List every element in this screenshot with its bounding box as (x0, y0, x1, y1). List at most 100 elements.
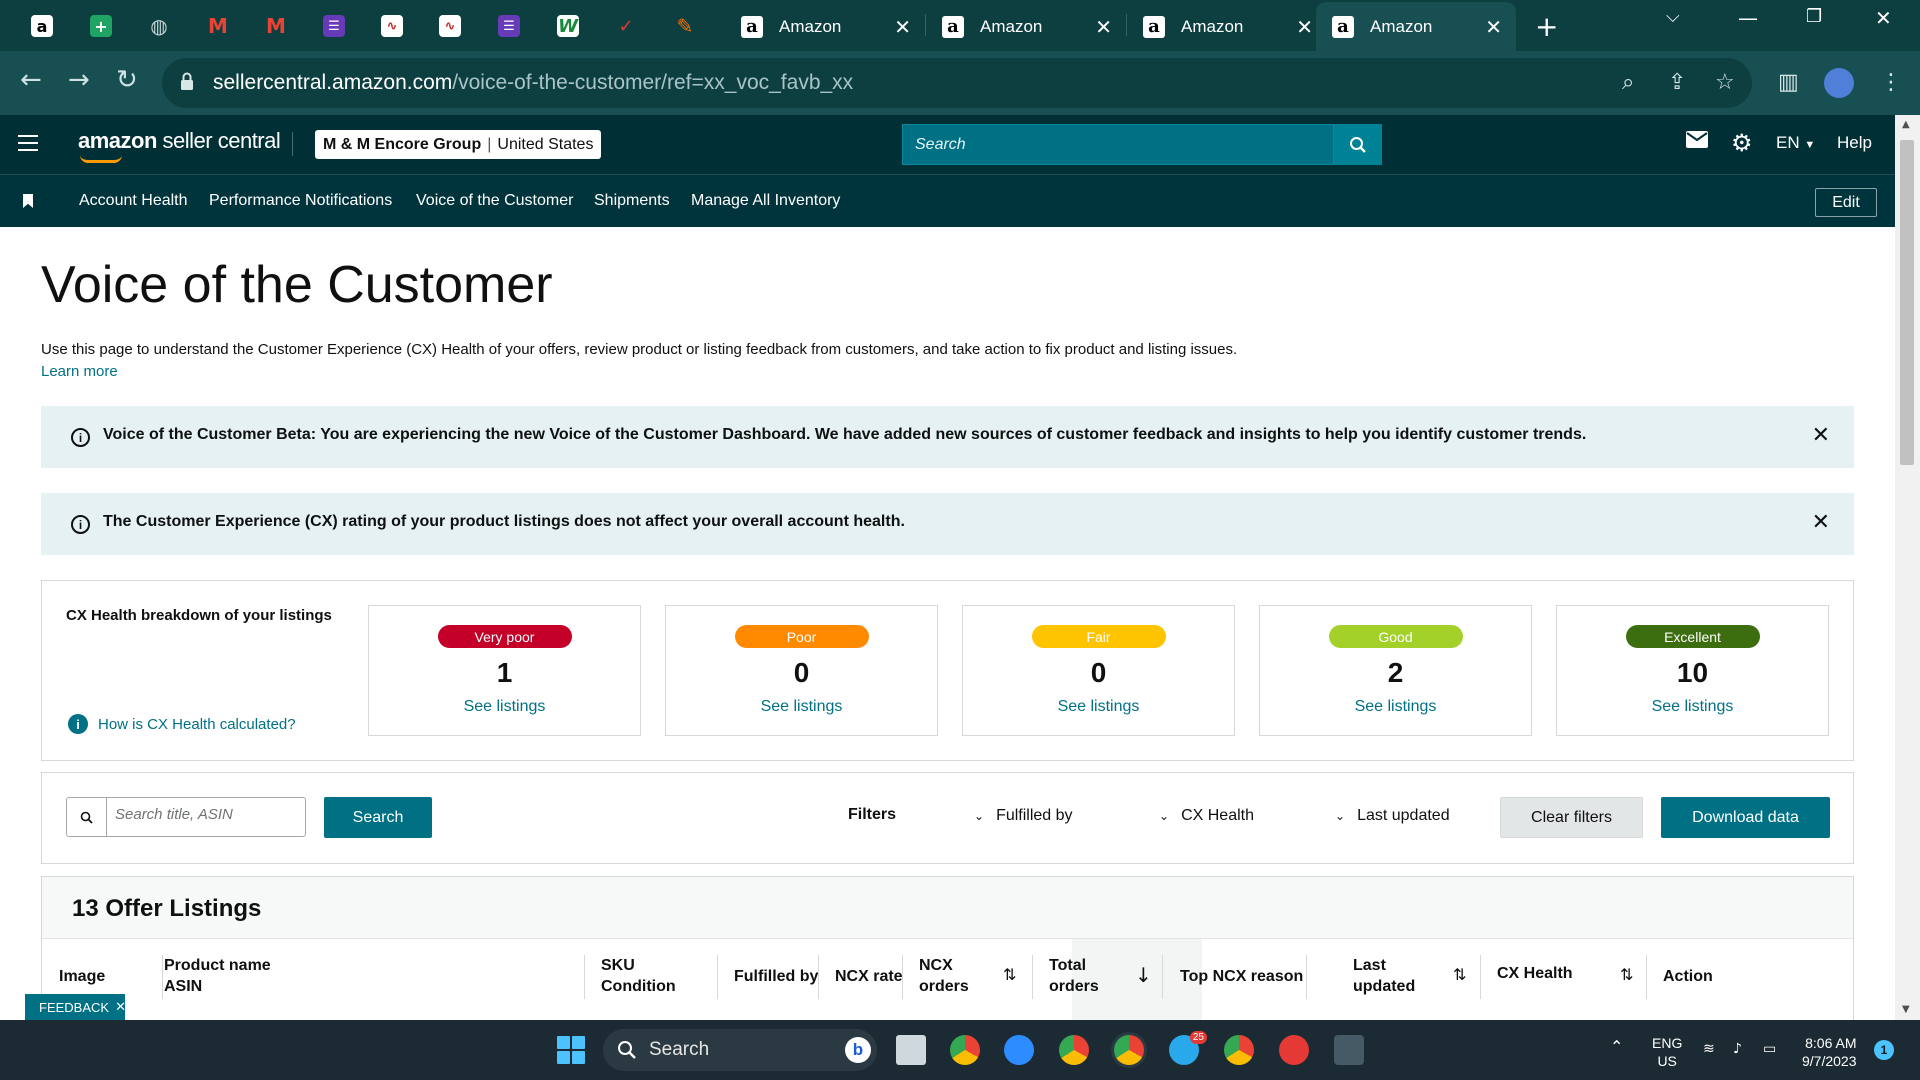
pinned-tab-sheets[interactable]: + (83, 8, 119, 44)
see-listings-link[interactable]: See listings (1557, 698, 1828, 716)
global-search-field[interactable] (902, 124, 1334, 165)
see-listings-link[interactable]: See listings (963, 698, 1234, 716)
nav-shipments[interactable]: Shipments (594, 192, 670, 210)
file-explorer-icon[interactable] (896, 1035, 926, 1065)
close-tab-icon[interactable]: ✕ (1095, 15, 1112, 39)
address-bar[interactable]: sellercentral.amazon.com/voice-of-the-cu… (162, 58, 1752, 108)
bookmark-star-icon[interactable]: ☆ (1715, 70, 1735, 95)
clock[interactable]: 8:06 AM 9/7/2023 (1802, 1034, 1857, 1070)
chrome-profile-2-icon[interactable] (1224, 1035, 1254, 1065)
mail-icon[interactable] (1686, 131, 1708, 153)
sort-icon[interactable]: ⇅ (1620, 965, 1633, 984)
nav-manage-all-inventory[interactable]: Manage All Inventory (691, 192, 840, 210)
column-top-ncx-reason[interactable]: Top NCX reason (1180, 966, 1303, 987)
minimize-icon[interactable]: — (1738, 6, 1758, 30)
column-fulfilled-by[interactable]: Fulfilled by (734, 966, 818, 987)
new-tab-button[interactable]: + (1535, 10, 1558, 43)
close-icon[interactable]: ✕ (115, 1000, 126, 1015)
column-ncx-rate[interactable]: NCX rate (835, 966, 903, 987)
pinned-tab-app[interactable]: ✓ (608, 8, 644, 44)
pinned-tab-globe[interactable]: ◍ (141, 8, 177, 44)
share-icon[interactable]: ⇪ (1668, 70, 1686, 95)
pinned-tab-wrike[interactable]: W (550, 8, 586, 44)
browser-tab-active[interactable]: a Amazon ✕ (1316, 2, 1516, 51)
close-icon[interactable]: ✕ (1812, 510, 1830, 535)
download-data-button[interactable]: Download data (1661, 797, 1830, 838)
language-selector[interactable]: EN ▼ (1776, 133, 1815, 153)
fulfilled-by-dropdown[interactable]: ⌄ Fulfilled by (974, 807, 1073, 825)
volume-icon[interactable]: ♪ (1733, 1040, 1742, 1058)
column-cx-health[interactable]: CX Health (1497, 963, 1573, 984)
last-updated-dropdown[interactable]: ⌄ Last updated (1335, 807, 1450, 825)
see-listings-link[interactable]: See listings (369, 698, 640, 716)
zoom-icon[interactable] (1004, 1035, 1034, 1065)
edit-bookmarks-button[interactable]: Edit (1815, 188, 1877, 217)
cx-health-dropdown[interactable]: ⌄ CX Health (1159, 807, 1254, 825)
pinned-tab-amazon[interactable]: a (24, 8, 60, 44)
pinned-tab-gmail-2[interactable]: M (258, 8, 294, 44)
nav-performance-notifications[interactable]: Performance Notifications (209, 192, 392, 210)
search-button[interactable]: Search (324, 797, 432, 838)
chrome-active-icon[interactable] (1114, 1035, 1144, 1065)
clear-filters-button[interactable]: Clear filters (1500, 797, 1643, 838)
global-search-button[interactable] (1334, 124, 1382, 165)
close-tab-icon[interactable]: ✕ (1296, 15, 1313, 39)
nav-voice-of-the-customer[interactable]: Voice of the Customer (416, 192, 573, 210)
scroll-down-icon[interactable]: ▼ (1902, 1004, 1910, 1015)
see-listings-link[interactable]: See listings (666, 698, 937, 716)
pinned-tab-forms-2[interactable]: ☰ (491, 8, 527, 44)
scroll-up-icon[interactable]: ▲ (1902, 119, 1910, 130)
bing-icon[interactable]: b (845, 1037, 871, 1063)
sort-descending-icon[interactable]: ↓ (1135, 963, 1152, 987)
account-switcher[interactable]: M & M Encore Group | United States (315, 130, 602, 159)
input-language[interactable]: ENG US (1652, 1034, 1682, 1070)
column-total-orders[interactable]: Total orders (1049, 955, 1099, 997)
tasks-app-icon[interactable] (1279, 1035, 1309, 1065)
settings-gear-icon[interactable]: ⚙ (1731, 129, 1753, 157)
hamburger-menu-icon[interactable] (18, 135, 38, 151)
listing-search-field[interactable] (66, 797, 306, 837)
tab-search-chevron-icon[interactable]: ⌵ (1666, 6, 1680, 27)
chrome-icon[interactable] (950, 1035, 980, 1065)
browser-menu-icon[interactable]: ⋮ (1880, 70, 1902, 95)
tray-chevron-icon[interactable]: ⌃ (1610, 1038, 1623, 1056)
notification-badge[interactable]: 1 (1874, 1040, 1894, 1060)
chrome-profile-icon[interactable] (1059, 1035, 1089, 1065)
column-ncx-orders[interactable]: NCX orders (919, 955, 969, 997)
column-last-updated[interactable]: Last updated (1353, 955, 1415, 997)
reload-icon[interactable]: ↻ (116, 65, 138, 95)
profile-avatar[interactable] (1824, 68, 1854, 98)
forward-icon[interactable]: → (68, 65, 90, 95)
restore-icon[interactable]: ❐ (1806, 6, 1822, 27)
column-sku[interactable]: SKU Condition (601, 955, 676, 997)
close-tab-icon[interactable]: ✕ (894, 15, 911, 39)
pinned-tab-analytics[interactable]: ∿ (374, 8, 410, 44)
pinned-tab-zapier[interactable]: ✎ (667, 8, 703, 44)
see-listings-link[interactable]: See listings (1260, 698, 1531, 716)
close-tab-icon[interactable]: ✕ (1485, 15, 1502, 39)
windows-start-icon[interactable] (557, 1036, 585, 1064)
pinned-tab-analytics-2[interactable]: ∿ (432, 8, 468, 44)
close-window-icon[interactable]: ✕ (1875, 6, 1892, 30)
learn-more-link[interactable]: Learn more (41, 363, 118, 380)
calculator-icon[interactable] (1334, 1035, 1364, 1065)
browser-tab-2[interactable]: a Amazon ✕ (926, 6, 1126, 47)
page-scrollbar[interactable]: ▲ ▼ (1895, 115, 1920, 1020)
seller-central-logo[interactable]: amazon seller central (78, 128, 281, 163)
back-icon[interactable]: ← (20, 65, 42, 95)
close-icon[interactable]: ✕ (1812, 423, 1830, 448)
browser-tab-1[interactable]: a Amazon ✕ (725, 6, 925, 47)
listing-search-input[interactable] (115, 806, 295, 823)
pinned-tab-forms[interactable]: ☰ (316, 8, 352, 44)
bookmark-icon[interactable] (23, 194, 33, 208)
cx-health-help-link[interactable]: i How is CX Health calculated? (68, 714, 296, 734)
wifi-icon[interactable]: ≋ (1703, 1040, 1715, 1058)
pinned-tab-gmail[interactable]: M (200, 8, 236, 44)
browser-tab-3[interactable]: a Amazon ✕ (1127, 6, 1327, 47)
taskbar-search-input[interactable] (649, 1039, 799, 1061)
feedback-tab[interactable]: FEEDBACK ✕ (25, 994, 126, 1020)
telegram-icon[interactable]: 25 (1169, 1031, 1207, 1065)
sort-icon[interactable]: ⇅ (1003, 965, 1016, 984)
battery-icon[interactable]: ▭ (1763, 1040, 1776, 1058)
global-search-input[interactable] (903, 125, 1333, 164)
